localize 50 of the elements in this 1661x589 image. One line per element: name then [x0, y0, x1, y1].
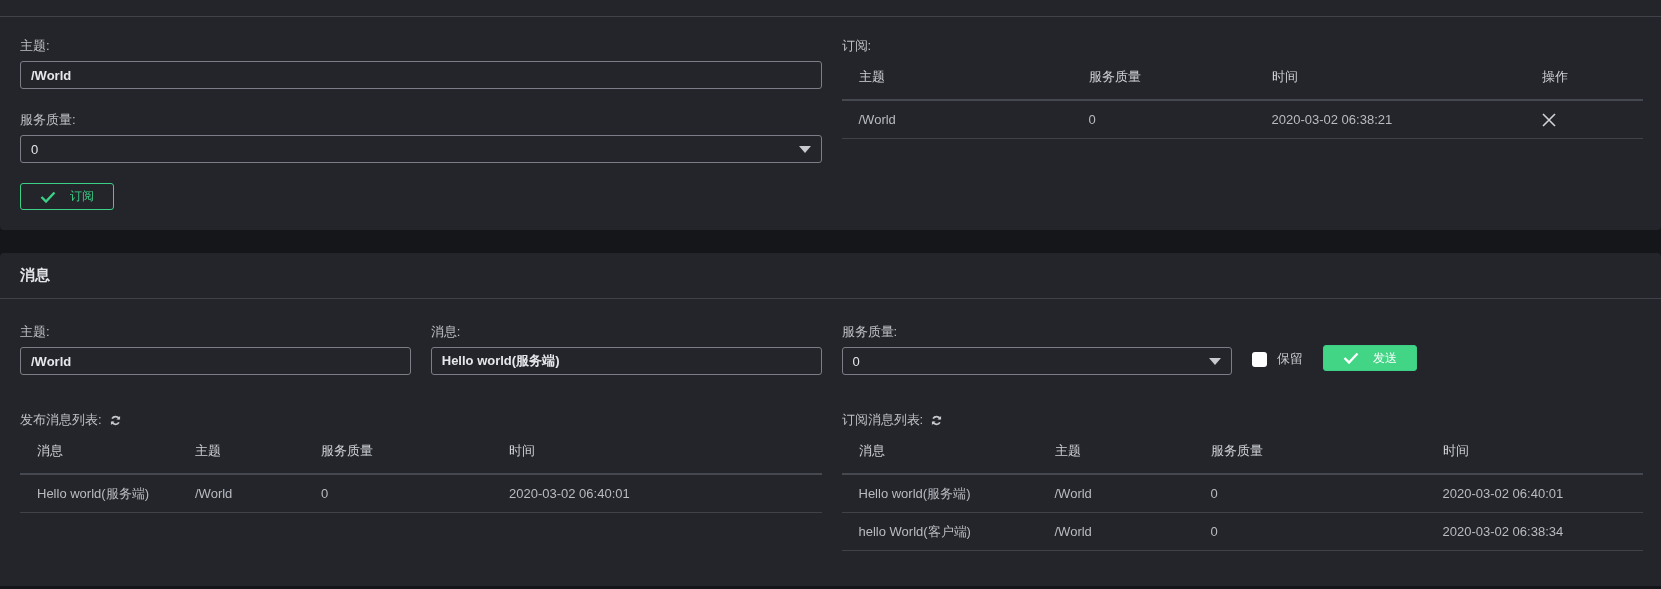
column-header: 操作: [1541, 68, 1569, 86]
table-cell-text: /World: [858, 112, 897, 127]
section-label: 订阅:: [841, 37, 873, 55]
column-header: 主题: [858, 68, 886, 86]
column-header: 主题: [195, 442, 222, 460]
table-cell-text: 0: [1210, 524, 1219, 539]
table-cell-text: 2020-03-02 06:38:21: [1271, 112, 1394, 127]
table-cell-text: Hello world(服务端): [858, 484, 972, 503]
section-label: 订阅消息列表:: [841, 411, 924, 429]
table-cell-text: 2020-03-02 06:40:01: [1442, 486, 1565, 501]
column-header: 服务质量: [1210, 442, 1264, 460]
subscribe-button[interactable]: 订阅: [20, 183, 114, 210]
check-icon: [40, 190, 56, 203]
table-cell-text: /World: [1054, 524, 1093, 539]
table-cell-text: 2020-03-02 06:40:01: [509, 486, 631, 501]
table-cell-text: hello World(客户端): [858, 522, 972, 541]
refresh-icon[interactable]: [931, 414, 943, 426]
topic-input[interactable]: /World: [20, 61, 822, 89]
qos-select[interactable]: 0: [841, 347, 1233, 375]
column-header: 消息: [858, 442, 886, 460]
close-icon[interactable]: [1541, 112, 1556, 127]
field-label: 消息:: [430, 323, 462, 341]
table-cell-text: 0: [1088, 112, 1097, 127]
message-input[interactable]: Hello world(服务端): [430, 347, 822, 375]
caret-icon: [798, 145, 811, 153]
field-label: 主题:: [20, 323, 51, 341]
refresh-icon[interactable]: [109, 414, 121, 426]
caret-icon: [1209, 357, 1222, 365]
column-header: 时间: [1442, 442, 1470, 460]
table-cell-text: 0: [1210, 486, 1219, 501]
column-header: 时间: [1271, 68, 1299, 86]
qos-select[interactable]: 0: [20, 135, 822, 163]
panel-title: 消息: [20, 266, 50, 285]
field-label: 服务质量:: [20, 111, 77, 129]
column-header: 主题: [1054, 442, 1082, 460]
column-header: 消息: [37, 442, 64, 460]
field-label: 主题:: [20, 37, 51, 55]
field-label: 服务质量:: [841, 323, 899, 341]
section-label: 发布消息列表:: [20, 411, 102, 429]
table-cell-text: 2020-03-02 06:38:34: [1442, 524, 1565, 539]
column-header: 服务质量: [321, 442, 374, 460]
table-cell-text: /World: [1054, 486, 1093, 501]
column-header: 服务质量: [1088, 68, 1142, 86]
column-header: 时间: [509, 442, 536, 460]
table-cell-text: Hello world(服务端): [37, 484, 150, 503]
table-cell-text: 0: [321, 486, 330, 501]
retain-checkbox[interactable]: 保留: [1252, 345, 1304, 373]
table-cell-text: /World: [195, 486, 234, 501]
check-icon: [1343, 352, 1360, 364]
topic-input[interactable]: /World: [20, 347, 411, 375]
